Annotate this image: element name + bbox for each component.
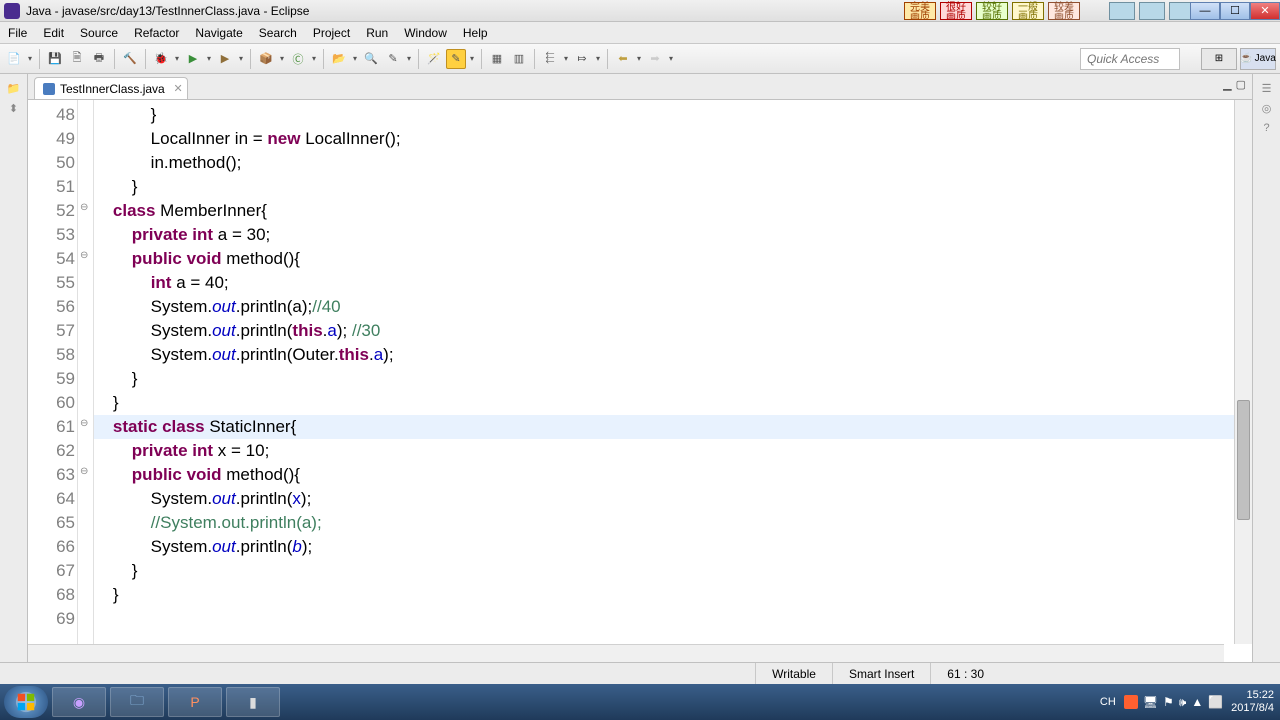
search-button[interactable]: 🔍 (361, 49, 381, 69)
new-package-button[interactable]: 📦 (256, 49, 276, 69)
tray-icon-4[interactable]: 🕪 (1179, 695, 1187, 710)
status-bar: Writable Smart Insert 61 : 30 (0, 662, 1280, 684)
menu-refactor[interactable]: Refactor (126, 26, 187, 40)
system-tray: CH 🖥 ⚑ 🕪 ▲ ⬜ 15:22 2017/8/4 (1100, 689, 1274, 715)
scrollbar-thumb[interactable] (1237, 400, 1250, 520)
outline-icon[interactable]: ◎ (1259, 100, 1275, 116)
open-type-button[interactable]: 📂 (329, 49, 349, 69)
maximize-view-icon[interactable]: ▢ (1236, 78, 1246, 91)
menu-edit[interactable]: Edit (35, 26, 72, 40)
print-button[interactable]: 🖶 (89, 49, 109, 69)
quality-perfect[interactable]: 完美 画质 (904, 2, 936, 20)
wand-button[interactable]: 🪄 (424, 49, 444, 69)
layout-button-1[interactable]: ▦ (487, 49, 507, 69)
companion-icons (1109, 2, 1195, 20)
new-dropdown[interactable]: ▾ (26, 54, 34, 63)
external-tools-button[interactable]: ▶ (215, 49, 235, 69)
code-container: 4849505152535455565758596061626364656667… (28, 100, 1252, 644)
menu-navigate[interactable]: Navigate (187, 26, 250, 40)
editor-tabs: TestInnerClass.java ✕ ▁ ▢ (28, 74, 1252, 100)
taskbar-eclipse[interactable]: ◉ (52, 687, 106, 717)
toggle-mark-button[interactable]: ✎ (383, 49, 403, 69)
vertical-scrollbar[interactable] (1234, 100, 1252, 644)
editor-tab-label: TestInnerClass.java (60, 82, 165, 96)
forward-button[interactable]: ➡ (645, 49, 665, 69)
quality-great[interactable]: 很好 画质 (940, 2, 972, 20)
highlight-button[interactable]: ✎ (446, 49, 466, 69)
tray-icon-3[interactable]: ⚑ (1163, 695, 1174, 710)
editor-area: TestInnerClass.java ✕ ▁ ▢ 48495051525354… (28, 74, 1252, 662)
perspective-switcher: ⊞ ☕Java (1201, 48, 1276, 70)
menu-search[interactable]: Search (251, 26, 305, 40)
quality-good[interactable]: 较好 画质 (976, 2, 1008, 20)
horizontal-scrollbar[interactable] (28, 644, 1224, 662)
line-number-gutter: 4849505152535455565758596061626364656667… (28, 100, 78, 644)
new-class-button[interactable]: Ⓒ (288, 49, 308, 69)
window-buttons: — ☐ ✕ (1190, 2, 1280, 20)
package-explorer-icon[interactable]: 📁 (6, 80, 22, 96)
quality-average[interactable]: 一般 画质 (1012, 2, 1044, 20)
help-icon[interactable]: ? (1259, 120, 1275, 136)
companion-icon-1[interactable] (1109, 2, 1135, 20)
code-editor[interactable]: } LocalInner in = new LocalInner(); in.m… (94, 100, 1234, 644)
taskbar: ◉ 🗀 P ▮ CH 🖥 ⚑ 🕪 ▲ ⬜ 15:22 2017/8/4 (0, 684, 1280, 720)
menu-run[interactable]: Run (358, 26, 396, 40)
tray-icon-6[interactable]: ⬜ (1208, 695, 1223, 710)
workspace: 📁 ⬍ TestInnerClass.java ✕ ▁ ▢ 4849505152… (0, 74, 1280, 662)
maximize-button[interactable]: ☐ (1220, 2, 1250, 20)
right-trim: ☰ ◎ ? (1252, 74, 1280, 662)
close-button[interactable]: ✕ (1250, 2, 1280, 20)
menu-project[interactable]: Project (305, 26, 358, 40)
quality-badges: 完美 画质 很好 画质 较好 画质 一般 画质 较差 画质 (904, 2, 1080, 20)
close-tab-icon[interactable]: ✕ (174, 82, 183, 95)
save-all-button[interactable]: 🗎 (67, 49, 87, 69)
tray-icon-1[interactable] (1124, 695, 1138, 709)
taskbar-explorer[interactable]: 🗀 (110, 687, 164, 717)
menu-bar: FileEditSourceRefactorNavigateSearchProj… (0, 22, 1280, 44)
editor-tab-active[interactable]: TestInnerClass.java ✕ (34, 77, 188, 99)
menu-window[interactable]: Window (396, 26, 455, 40)
fold-marker-strip (78, 100, 94, 644)
back-button[interactable]: ⬅ (613, 49, 633, 69)
hierarchy-icon[interactable]: ⬍ (6, 100, 22, 116)
menu-source[interactable]: Source (72, 26, 126, 40)
eclipse-icon (4, 3, 20, 19)
left-trim: 📁 ⬍ (0, 74, 28, 662)
toolbar: 📄▾ 💾 🗎 🖶 🔨 🐞▾ ▶▾ ▶▾ 📦▾ Ⓒ▾ 📂▾ 🔍 ✎▾ 🪄 ✎▾ ▦… (0, 44, 1280, 74)
clock[interactable]: 15:22 2017/8/4 (1231, 689, 1274, 715)
status-cursor-position: 61 : 30 (930, 663, 1000, 684)
quality-poor[interactable]: 较差 画质 (1048, 2, 1080, 20)
save-button[interactable]: 💾 (45, 49, 65, 69)
taskbar-powerpoint[interactable]: P (168, 687, 222, 717)
tray-icons: 🖥 ⚑ 🕪 ▲ ⬜ (1124, 695, 1223, 710)
ime-indicator[interactable]: CH (1100, 696, 1116, 708)
companion-icon-2[interactable] (1139, 2, 1165, 20)
minimize-button[interactable]: — (1190, 2, 1220, 20)
java-perspective-button[interactable]: ☕Java (1240, 48, 1276, 70)
build-button[interactable]: 🔨 (120, 49, 140, 69)
clock-time: 15:22 (1231, 689, 1274, 702)
quick-access-input[interactable] (1080, 48, 1180, 70)
taskbar-terminal[interactable]: ▮ (226, 687, 280, 717)
start-button[interactable] (4, 686, 48, 718)
nav-prev-button[interactable]: ⬱ (540, 49, 560, 69)
tray-icon-2[interactable]: 🖥 (1143, 695, 1158, 710)
window-title: Java - javase/src/day13/TestInnerClass.j… (26, 4, 309, 18)
tray-icon-5[interactable]: ▲ (1191, 695, 1203, 710)
new-button[interactable]: 📄 (4, 49, 24, 69)
debug-button[interactable]: 🐞 (151, 49, 171, 69)
status-writable: Writable (755, 663, 832, 684)
nav-next-button[interactable]: ⤇ (572, 49, 592, 69)
clock-date: 2017/8/4 (1231, 702, 1274, 715)
menu-help[interactable]: Help (455, 26, 496, 40)
title-bar: Java - javase/src/day13/TestInnerClass.j… (0, 0, 1280, 22)
layout-button-2[interactable]: ▥ (509, 49, 529, 69)
run-button[interactable]: ▶ (183, 49, 203, 69)
minimize-view-icon[interactable]: ▁ (1223, 78, 1231, 91)
task-list-icon[interactable]: ☰ (1259, 80, 1275, 96)
status-insert-mode: Smart Insert (832, 663, 930, 684)
open-perspective-button[interactable]: ⊞ (1201, 48, 1237, 70)
menu-file[interactable]: File (0, 26, 35, 40)
